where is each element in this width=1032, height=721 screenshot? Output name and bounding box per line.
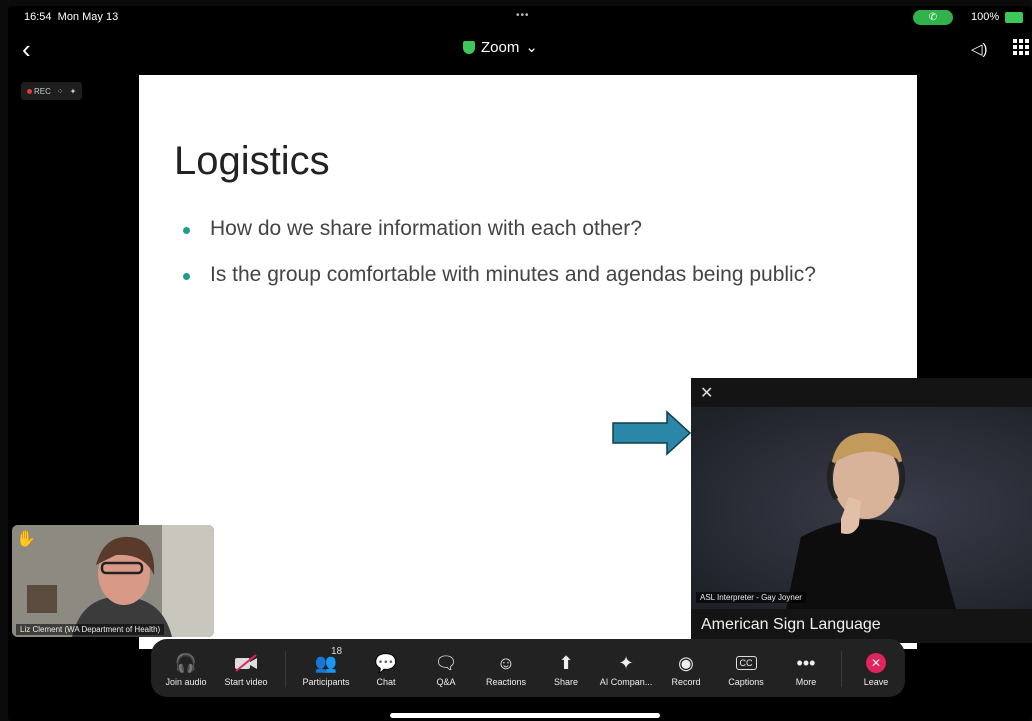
asl-interpreter-panel[interactable]: ✕ ASL Interpreter - Gay Joyner American … (691, 378, 1032, 643)
chat-label: Chat (376, 677, 396, 687)
more-button[interactable]: ••• More (775, 649, 837, 688)
meeting-title-dropdown[interactable]: Zoom ⌄ (463, 38, 538, 56)
slide-title: Logistics (174, 139, 330, 183)
leave-label: Leave (863, 677, 889, 687)
interpreter-name: ASL Interpreter - Gay Joyner (696, 592, 806, 603)
ios-status-bar: 16:54 Mon May 13 ••• ✆ 100% (8, 6, 1032, 28)
app-title: Zoom (481, 38, 520, 56)
record-icon: ◉ (678, 652, 694, 673)
close-icon[interactable]: ✕ (700, 383, 713, 403)
share-upload-icon: ⬆ (558, 652, 574, 673)
ai-sparkle-icon: ✦ (618, 652, 634, 673)
captions-label: Captions (728, 677, 764, 687)
toolbar-divider (285, 651, 286, 687)
zoom-window: 16:54 Mon May 13 ••• ✆ 100% ‹ Zoom ⌄ ◁) … (8, 6, 1032, 721)
sign-language-label: American Sign Language (701, 616, 881, 633)
chat-button[interactable]: 💬 Chat (355, 649, 417, 688)
battery-icon (1005, 12, 1023, 23)
participants-label: Participants (302, 677, 350, 687)
reactions-label: Reactions (485, 677, 527, 687)
meeting-toolbar: 🎧 Join audio Start video 👥 18 Participant… (151, 639, 905, 697)
battery-percent: 100% (971, 11, 1000, 23)
participants-button[interactable]: 👥 18 Participants (295, 646, 357, 687)
record-label: Record (671, 677, 701, 687)
status-time: 16:54 (24, 11, 52, 23)
ai-sparkle-icon[interactable]: ✦ (70, 87, 77, 96)
pointer-arrow-icon (612, 410, 692, 456)
participants-icon: 👥 18 (314, 646, 343, 673)
gallery-grid-icon[interactable] (1013, 39, 1029, 55)
share-label: Share (553, 677, 579, 687)
emoji-add-icon: ☺ (496, 652, 516, 673)
slide-bullets: How do we share information with each ot… (183, 217, 863, 309)
captions-button[interactable]: CC Captions (715, 649, 777, 687)
qa-icon: 🗨 (434, 652, 458, 673)
recording-dot-icon (27, 88, 32, 94)
participant-tile[interactable]: ✋ Liz Clement (WA Department of Health) (12, 525, 214, 637)
ai-companion-button[interactable]: ✦ AI Compan... (595, 649, 657, 688)
recording-indicator: REC ⁘ ✦ (21, 82, 83, 100)
qa-label: Q&A (436, 677, 456, 687)
ai-companion-label: AI Compan... (599, 677, 653, 687)
slide-bullet: How do we share information with each ot… (183, 217, 863, 241)
interpreter-figure (786, 432, 956, 609)
participant-video (12, 525, 214, 637)
home-indicator[interactable] (390, 713, 660, 718)
leave-button[interactable]: ✕ Leave (845, 649, 907, 687)
toolbar-divider (841, 651, 842, 687)
join-audio-label: Join audio (165, 677, 207, 687)
start-video-label: Start video (224, 677, 268, 687)
speaker-icon[interactable]: ◁) (971, 40, 988, 58)
interpreter-video: ASL Interpreter - Gay Joyner (691, 407, 1032, 609)
qa-button[interactable]: 🗨 Q&A (415, 649, 477, 688)
chevron-down-icon: ⌄ (525, 39, 538, 56)
rec-label: REC (34, 86, 51, 96)
slide-bullet: Is the group comfortable with minutes an… (183, 263, 863, 287)
raised-hand-icon: ✋ (16, 531, 36, 548)
participants-count: 18 (331, 646, 343, 657)
start-video-button[interactable]: Start video (215, 649, 277, 687)
video-off-icon (215, 649, 277, 677)
apps-icon[interactable]: ⁘ (57, 87, 64, 96)
join-audio-button[interactable]: 🎧 Join audio (155, 649, 217, 688)
more-dots-icon: ••• (796, 652, 816, 673)
leave-x-icon: ✕ (866, 653, 886, 673)
phone-call-icon[interactable]: ✆ (913, 10, 953, 25)
reactions-button[interactable]: ☺ Reactions (475, 649, 537, 688)
headphones-icon: 🎧 (174, 652, 198, 673)
multitask-dots-icon[interactable]: ••• (516, 10, 530, 21)
participant-name: Liz Clement (WA Department of Health) (16, 624, 165, 635)
cc-icon: CC (715, 649, 777, 677)
record-button[interactable]: ◉ Record (655, 649, 717, 688)
share-button[interactable]: ⬆ Share (535, 649, 597, 688)
chat-bubble-icon: 💬 (374, 652, 398, 673)
back-chevron-icon[interactable]: ‹ (22, 34, 31, 65)
encryption-shield-icon (463, 40, 475, 54)
meeting-header: ‹ Zoom ⌄ ◁) (8, 28, 1032, 72)
more-label: More (795, 677, 817, 687)
status-date: Mon May 13 (57, 11, 119, 23)
